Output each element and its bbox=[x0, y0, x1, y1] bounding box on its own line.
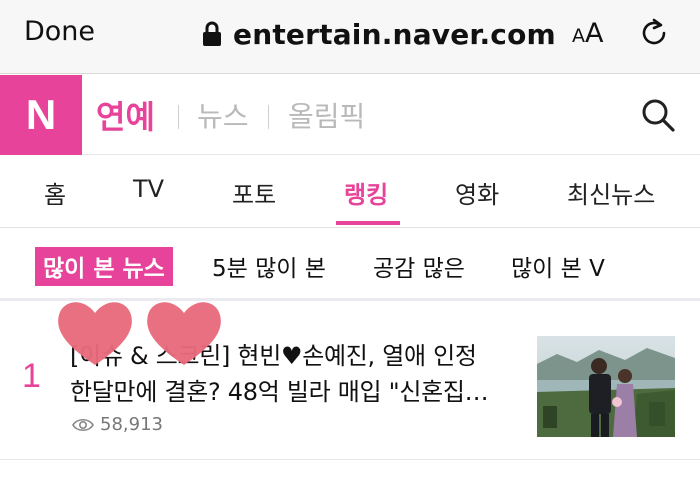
text-size-big-label: A bbox=[585, 18, 604, 49]
eye-icon bbox=[72, 418, 94, 431]
text-size-button[interactable]: AA bbox=[572, 18, 603, 49]
naver-logo[interactable]: N bbox=[0, 75, 82, 155]
article-thumbnail[interactable] bbox=[537, 336, 675, 437]
text-size-small-label: A bbox=[572, 25, 585, 47]
article-title[interactable]: [이슈 & 스크린] 현빈♥손예진, 열애 인정 한달만에 결혼? 48억 빌라… bbox=[70, 338, 510, 410]
subtab-most-viewed-video[interactable]: 많이 본 V bbox=[511, 249, 605, 283]
tab-latest-news[interactable]: 최신뉴스 bbox=[567, 175, 655, 210]
tab-home[interactable]: 홈 bbox=[44, 175, 66, 210]
tab-photo[interactable]: 포토 bbox=[232, 175, 276, 210]
address-bar[interactable]: entertain.naver.com bbox=[201, 14, 556, 54]
ranking-subtabs: 많이 본 뉴스 5분 많이 본 공감 많은 많이 본 V bbox=[0, 229, 700, 301]
section-entertainment[interactable]: 연예 bbox=[96, 92, 155, 138]
view-count-value: 58,913 bbox=[100, 414, 163, 435]
category-tabs: 홈 TV 포토 랭킹 영화 최신뉴스 bbox=[0, 156, 700, 228]
tab-movie[interactable]: 영화 bbox=[455, 175, 499, 210]
subtab-5min-most-viewed[interactable]: 5분 많이 본 bbox=[212, 249, 326, 283]
reload-icon[interactable] bbox=[640, 17, 670, 49]
section-news[interactable]: 뉴스 bbox=[197, 95, 249, 135]
rank-number: 1 bbox=[22, 357, 41, 395]
browser-toolbar: Done entertain.naver.com AA bbox=[0, 0, 700, 74]
tab-tv[interactable]: TV bbox=[133, 175, 164, 203]
article-title-line: 한달만에 결혼? 48억 빌라 매입 "신혼집… bbox=[70, 378, 489, 406]
section-olympics[interactable]: 올림픽 bbox=[288, 95, 365, 135]
subtab-most-liked[interactable]: 공감 많은 bbox=[373, 249, 465, 283]
lock-icon bbox=[203, 21, 221, 46]
divider bbox=[178, 105, 179, 129]
tab-ranking[interactable]: 랭킹 bbox=[344, 175, 388, 210]
active-tab-indicator bbox=[336, 221, 400, 225]
divider bbox=[268, 105, 269, 129]
naver-header: N 연예 뉴스 올림픽 bbox=[0, 75, 700, 155]
heart-sticker bbox=[147, 302, 221, 365]
view-count: 58,913 bbox=[72, 414, 163, 435]
search-icon[interactable] bbox=[640, 97, 676, 133]
heart-sticker bbox=[58, 302, 132, 365]
done-button[interactable]: Done bbox=[24, 16, 95, 47]
subtab-most-viewed[interactable]: 많이 본 뉴스 bbox=[35, 247, 173, 286]
url-text: entertain.naver.com bbox=[233, 17, 556, 51]
article-title-line: [이슈 & 스크린] 현빈♥손예진, 열애 인정 bbox=[70, 342, 477, 370]
